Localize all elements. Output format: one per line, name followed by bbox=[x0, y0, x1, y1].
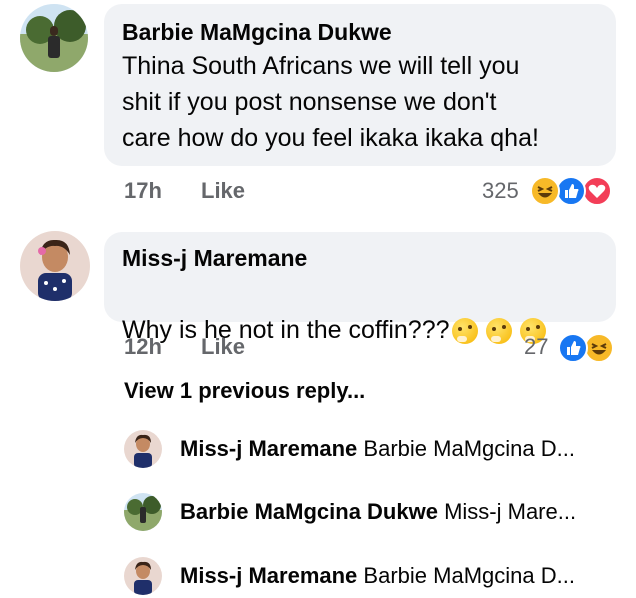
like-button[interactable]: Like bbox=[201, 334, 245, 360]
reply-snippet: Barbie MaMgcina D... bbox=[363, 563, 575, 588]
view-previous-replies-link[interactable]: View 1 previous reply... bbox=[124, 378, 365, 404]
avatar[interactable] bbox=[20, 4, 88, 72]
reply-snippet: Barbie MaMgcina D... bbox=[363, 436, 575, 461]
reply-preview: Barbie MaMgcina Dukwe Miss-j Mare... bbox=[180, 499, 576, 525]
reply-snippet: Miss-j Mare... bbox=[444, 499, 577, 524]
reaction-count[interactable]: 325 bbox=[482, 178, 519, 204]
avatar[interactable] bbox=[20, 231, 90, 301]
reply-author[interactable]: Barbie MaMgcina Dukwe bbox=[180, 499, 438, 524]
comment-bubble: Miss-j Maremane Why is he not in the cof… bbox=[104, 232, 616, 345]
comment-timestamp[interactable]: 12h bbox=[124, 334, 162, 360]
like-button[interactable]: Like bbox=[201, 178, 245, 204]
reply-item[interactable]: Miss-j Maremane Barbie MaMgcina D... bbox=[124, 554, 575, 598]
reply-preview: Miss-j Maremane Barbie MaMgcina D... bbox=[180, 563, 575, 589]
haha-icon bbox=[530, 176, 560, 206]
love-icon bbox=[582, 176, 612, 206]
comment-timestamp[interactable]: 17h bbox=[124, 178, 162, 204]
avatar[interactable] bbox=[124, 430, 162, 468]
reply-author[interactable]: Miss-j Maremane bbox=[180, 563, 357, 588]
reply-item[interactable]: Miss-j Maremane Barbie MaMgcina D... bbox=[124, 427, 575, 471]
comment-bubble: Barbie MaMgcina Dukwe Thina South Africa… bbox=[104, 4, 616, 166]
avatar[interactable] bbox=[124, 557, 162, 595]
comment-author[interactable]: Miss-j Maremane bbox=[122, 244, 598, 272]
comment-author[interactable]: Barbie MaMgcina Dukwe bbox=[122, 18, 598, 46]
avatar[interactable] bbox=[124, 493, 162, 531]
reply-preview: Miss-j Maremane Barbie MaMgcina D... bbox=[180, 436, 575, 462]
haha-icon bbox=[584, 333, 614, 363]
comment-text: Why is he not in the coffin??? bbox=[122, 316, 450, 344]
reply-item[interactable]: Barbie MaMgcina Dukwe Miss-j Mare... bbox=[124, 490, 576, 534]
reply-author[interactable]: Miss-j Maremane bbox=[180, 436, 357, 461]
thinking-emoji-icon bbox=[485, 318, 512, 345]
comment-text: Thina South Africans we will tell you sh… bbox=[122, 52, 539, 152]
like-icon bbox=[558, 333, 588, 363]
like-icon bbox=[556, 176, 586, 206]
thinking-emoji-icon bbox=[451, 318, 478, 345]
reaction-count[interactable]: 27 bbox=[524, 334, 548, 360]
